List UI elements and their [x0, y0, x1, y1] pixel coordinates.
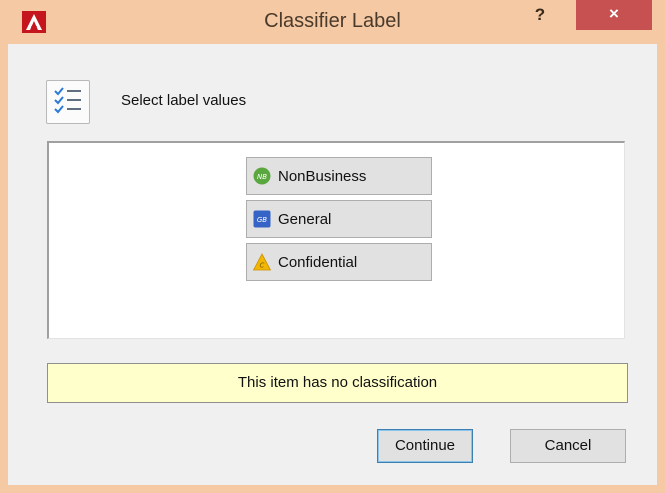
classification-status: This item has no classification — [47, 363, 628, 403]
svg-text:C: C — [260, 262, 265, 270]
dialog-body: Select label values NB NonBusiness GB Ge… — [8, 44, 657, 485]
svg-text:NB: NB — [257, 173, 267, 181]
svg-text:GB: GB — [257, 216, 267, 224]
continue-button[interactable]: Continue — [377, 429, 473, 463]
label-button-general[interactable]: GB General — [246, 200, 432, 238]
close-button[interactable]: × — [576, 0, 652, 30]
label-name: General — [278, 210, 332, 228]
label-button-nonbusiness[interactable]: NB NonBusiness — [246, 157, 432, 195]
help-button[interactable]: ? — [528, 4, 552, 28]
window-title: Classifier Label — [264, 10, 401, 32]
confidential-icon: C — [253, 253, 271, 271]
cancel-button[interactable]: Cancel — [510, 429, 626, 463]
general-icon: GB — [253, 210, 271, 228]
label-name: Confidential — [278, 253, 358, 271]
dialog-window: Classifier Label ? × Select label values… — [0, 0, 665, 493]
checklist-icon — [46, 80, 90, 124]
label-name: NonBusiness — [278, 167, 367, 185]
nonbusiness-icon: NB — [253, 167, 271, 185]
select-label-values-text: Select label values — [121, 92, 247, 109]
label-button-confidential[interactable]: C Confidential — [246, 243, 432, 281]
label-list-panel: NB NonBusiness GB General C Confidential — [47, 141, 625, 339]
title-bar[interactable]: Classifier Label ? × — [0, 0, 665, 44]
